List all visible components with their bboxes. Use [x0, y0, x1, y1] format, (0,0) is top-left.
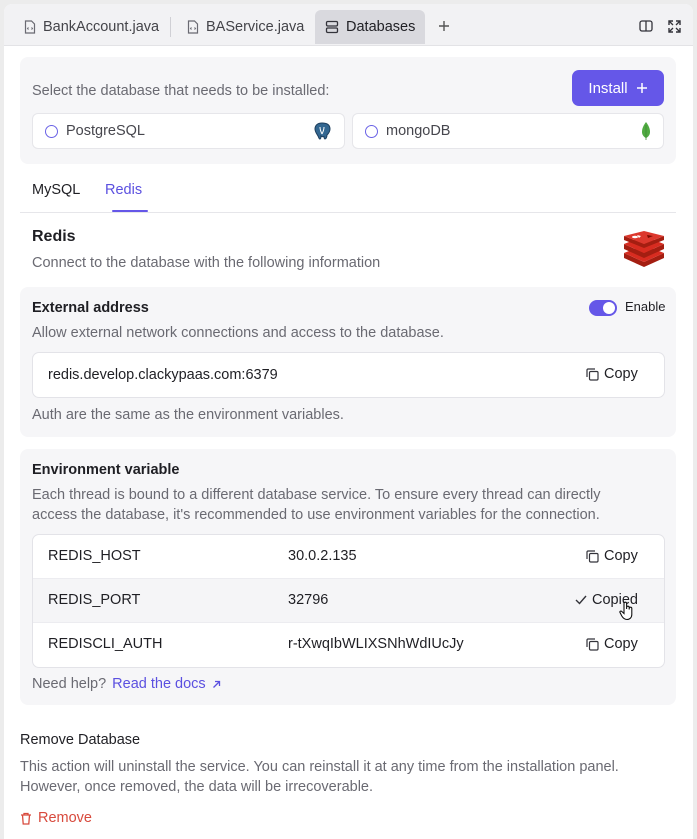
copy-address-button[interactable]: Copy — [586, 366, 638, 382]
file-code-icon — [187, 20, 199, 34]
trash-icon — [20, 812, 32, 825]
env-key: REDIS_HOST — [48, 548, 141, 564]
tab-redis[interactable]: Redis — [105, 182, 142, 198]
tab-bankaccount[interactable]: BankAccount.java — [14, 10, 169, 44]
external-arrow-icon — [212, 680, 221, 689]
external-address-description: Allow external network connections and a… — [32, 325, 444, 341]
env-key: REDISCLI_AUTH — [48, 636, 163, 652]
split-view-icon — [639, 20, 653, 32]
env-description-line1: Each thread is bound to a different data… — [32, 487, 601, 503]
active-tab-indicator — [112, 210, 148, 212]
databases-window: BankAccount.java BAService.java Database… — [4, 4, 693, 839]
new-tab-button[interactable] — [435, 17, 453, 35]
tab-label: Databases — [346, 19, 416, 35]
env-variable-table: REDIS_HOST 30.0.2.135 Copy REDIS_PORT 32… — [32, 534, 665, 668]
copy-icon — [586, 637, 599, 651]
env-variable-title: Environment variable — [32, 462, 180, 478]
hand-cursor-icon — [619, 601, 635, 621]
expand-button[interactable] — [665, 17, 683, 35]
split-view-button[interactable] — [637, 17, 655, 35]
remove-label: Remove — [38, 810, 92, 826]
editor-tab-bar: BankAccount.java BAService.java Database… — [4, 4, 693, 46]
auth-note: Auth are the same as the environment var… — [32, 407, 344, 423]
install-button-label: Install — [588, 79, 628, 97]
tab-divider — [170, 17, 171, 37]
env-value: r-tXwqIbWLIXSNhWdIUcJy — [288, 636, 464, 652]
copy-icon — [586, 367, 599, 381]
enable-toggle-label: Enable — [625, 299, 666, 314]
help-text: Need help? — [32, 676, 107, 692]
install-prompt: Select the database that needs to be ins… — [32, 83, 330, 99]
plus-icon — [636, 82, 648, 94]
copy-button[interactable]: Copy — [586, 636, 638, 652]
env-description-line2: access the database, it's recommended to… — [32, 507, 600, 523]
remove-description-line2: However, once removed, the data will be … — [20, 779, 374, 795]
remove-button[interactable]: Remove — [20, 810, 92, 826]
env-value: 32796 — [288, 592, 329, 608]
tab-baservice[interactable]: BAService.java — [177, 10, 314, 44]
tab-label: BAService.java — [206, 19, 305, 35]
copy-label: Copy — [604, 636, 638, 652]
databases-panel: Select the database that needs to be ins… — [4, 47, 693, 839]
install-button[interactable]: Install — [572, 70, 664, 106]
db-option-mongodb[interactable]: mongoDB — [352, 113, 664, 149]
radio-button[interactable] — [45, 124, 58, 138]
postgresql-logo-icon — [312, 121, 332, 141]
read-docs-label: Read the docs — [112, 676, 206, 692]
file-code-icon — [24, 20, 36, 34]
help-row: Need help? Read the docs — [32, 676, 221, 692]
env-value: 30.0.2.135 — [288, 548, 357, 564]
table-row: REDIS_HOST 30.0.2.135 Copy — [33, 535, 664, 579]
plus-icon — [438, 20, 450, 32]
copy-button[interactable]: Copy — [586, 548, 638, 564]
radio-button[interactable] — [365, 124, 378, 138]
remove-description-line1: This action will uninstall the service. … — [20, 759, 619, 775]
env-key: REDIS_PORT — [48, 592, 141, 608]
copy-icon — [586, 549, 599, 563]
tab-label: BankAccount.java — [43, 19, 160, 35]
db-subtabs: MySQL Redis — [20, 173, 676, 213]
db-option-postgresql[interactable]: PostgreSQL — [32, 113, 345, 149]
copy-label: Copy — [604, 548, 638, 564]
external-address-title: External address — [32, 300, 149, 316]
checkmark-icon — [575, 595, 587, 605]
db-option-label: mongoDB — [386, 123, 451, 139]
external-address-field: redis.develop.clackypaas.com:6379 Copy — [32, 352, 665, 398]
redis-subtitle: Connect to the database with the followi… — [32, 255, 381, 271]
tab-mysql[interactable]: MySQL — [32, 182, 80, 198]
tab-databases[interactable]: Databases — [315, 10, 426, 44]
redis-title: Redis — [32, 228, 76, 245]
db-option-label: PostgreSQL — [66, 123, 145, 139]
mongodb-leaf-icon — [641, 121, 651, 141]
table-row: REDISCLI_AUTH r-tXwqIbWLIXSNhWdIUcJy Cop… — [33, 623, 664, 667]
database-icon — [325, 20, 339, 34]
copy-label: Copy — [604, 366, 638, 382]
table-row: REDIS_PORT 32796 Copied — [33, 579, 664, 623]
expand-icon — [667, 19, 681, 33]
enable-toggle[interactable] — [589, 300, 617, 316]
redis-logo-icon — [623, 231, 665, 267]
read-docs-link[interactable]: Read the docs — [112, 676, 221, 692]
external-address-value: redis.develop.clackypaas.com:6379 — [48, 367, 278, 383]
remove-database-title: Remove Database — [20, 732, 141, 748]
